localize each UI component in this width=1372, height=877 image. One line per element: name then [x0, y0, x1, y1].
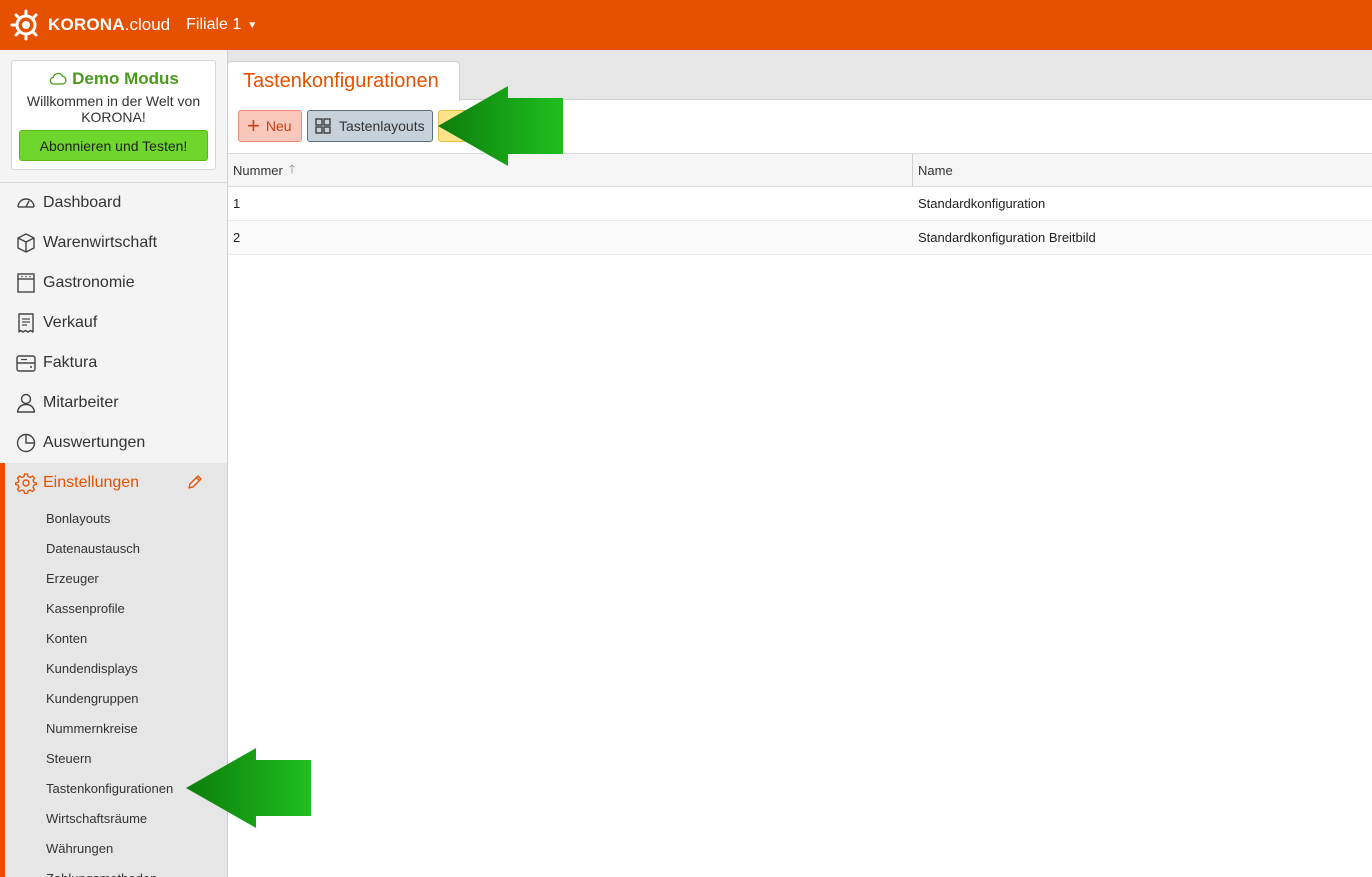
new-button-label: Neu — [265, 118, 292, 134]
sort-arrow-up-icon: 🡑 — [288, 161, 296, 176]
cell-number: 2 — [233, 230, 241, 245]
submenu-item-erzeuger[interactable]: Erzeuger — [5, 563, 227, 593]
korona-logo[interactable]: KORONA .cloud — [8, 9, 170, 41]
key-layouts-button[interactable]: Tastenlayouts — [307, 110, 433, 142]
submenu-item-waehrungen[interactable]: Währungen — [5, 833, 227, 863]
column-header-nummer[interactable]: Nummer 🡑 — [233, 154, 295, 186]
nav-item-mitarbeiter[interactable]: Mitarbeiter — [0, 383, 227, 423]
nav-item-label: Dashboard — [43, 194, 122, 211]
nav-item-einstellungen[interactable]: Einstellungen — [0, 463, 227, 503]
submenu-item-datenaustausch[interactable]: Datenaustausch — [5, 533, 227, 563]
cell-number: 1 — [233, 196, 241, 211]
chevron-down-icon: ▼ — [247, 19, 258, 31]
cell-name: Standardkonfiguration — [918, 196, 1046, 211]
oven-icon — [17, 273, 35, 293]
column-header-name[interactable]: Name — [918, 154, 953, 186]
pencil-icon[interactable] — [187, 474, 203, 490]
branch-selector[interactable]: Filiale 1 ▼ — [186, 16, 257, 34]
cloud-icon — [49, 72, 67, 85]
nav-item-label: Mitarbeiter — [43, 394, 119, 411]
submenu-item-zahlungsmethoden[interactable]: Zahlungsmethoden — [5, 863, 227, 877]
nav-item-label: Gastronomie — [43, 274, 135, 291]
logo-suffix: .cloud — [124, 15, 171, 34]
demo-title-text: Demo Modus — [72, 69, 179, 88]
top-bar: KORONA .cloud Filiale 1 ▼ — [0, 0, 1372, 50]
korona-logo-icon — [10, 9, 38, 41]
submenu-item-kundengruppen[interactable]: Kundengruppen — [5, 683, 227, 713]
key-layouts-label: Tastenlayouts — [339, 118, 425, 134]
grid-icon — [315, 118, 331, 134]
gear-icon — [15, 473, 37, 494]
submenu-item-kassenprofile[interactable]: Kassenprofile — [5, 593, 227, 623]
cell-name: Standardkonfiguration Breitbild — [918, 230, 1096, 245]
nav-item-dashboard[interactable]: Dashboard — [0, 183, 227, 223]
annotation-arrow-left — [186, 748, 311, 828]
receipt-icon — [18, 313, 34, 333]
column-header-label: Nummer — [233, 162, 283, 178]
subscribe-button[interactable]: Abonnieren und Testen! — [19, 130, 208, 161]
nav-item-auswertungen[interactable]: Auswertungen — [0, 423, 227, 463]
new-button[interactable]: + Neu — [238, 110, 302, 142]
demo-title: Demo Modus — [12, 69, 215, 89]
speedometer-icon — [17, 198, 35, 208]
submenu-item-konten[interactable]: Konten — [5, 623, 227, 653]
pie-chart-icon — [16, 433, 36, 453]
nav-item-label: Verkauf — [43, 314, 98, 331]
demo-mode-panel: Demo Modus Willkommen in der Welt von KO… — [11, 60, 216, 170]
nav-item-label: Auswertungen — [43, 434, 146, 451]
plus-icon: + — [247, 113, 260, 138]
submenu-item-bonlayouts[interactable]: Bonlayouts — [5, 503, 227, 533]
logo-text: KORONA — [48, 15, 125, 34]
branch-label: Filiale 1 — [186, 16, 242, 33]
table-header: Nummer 🡑 Name — [228, 153, 1372, 187]
submenu-item-kundendisplays[interactable]: Kundendisplays — [5, 653, 227, 683]
user-icon — [16, 393, 36, 413]
nav-item-label: Warenwirtschaft — [43, 234, 158, 251]
nav-item-gastronomie[interactable]: Gastronomie — [0, 263, 227, 303]
table-row[interactable]: 1 Standardkonfiguration — [228, 187, 1372, 221]
nav-item-label: Einstellungen — [43, 474, 140, 491]
cash-register-icon — [16, 355, 36, 372]
tab-label: Tastenkonfigurationen — [243, 70, 439, 92]
demo-welcome-text: Willkommen in der Welt von KORONA! — [26, 93, 201, 125]
annotation-arrow-left — [438, 86, 563, 166]
tab-tastenkonfigurationen[interactable]: Tastenkonfigurationen — [227, 61, 460, 101]
box-icon — [17, 233, 35, 253]
submenu-item-nummernkreise[interactable]: Nummernkreise — [5, 713, 227, 743]
table-row[interactable]: 2 Standardkonfiguration Breitbild — [228, 221, 1372, 255]
nav-item-label: Faktura — [43, 354, 98, 371]
nav-item-warenwirtschaft[interactable]: Warenwirtschaft — [0, 223, 227, 263]
column-header-label: Name — [918, 162, 953, 178]
nav-item-verkauf[interactable]: Verkauf — [0, 303, 227, 343]
nav-item-faktura[interactable]: Faktura — [0, 343, 227, 383]
column-divider[interactable] — [912, 154, 913, 186]
toolbar: + Neu Tastenlayouts — [228, 101, 1372, 153]
